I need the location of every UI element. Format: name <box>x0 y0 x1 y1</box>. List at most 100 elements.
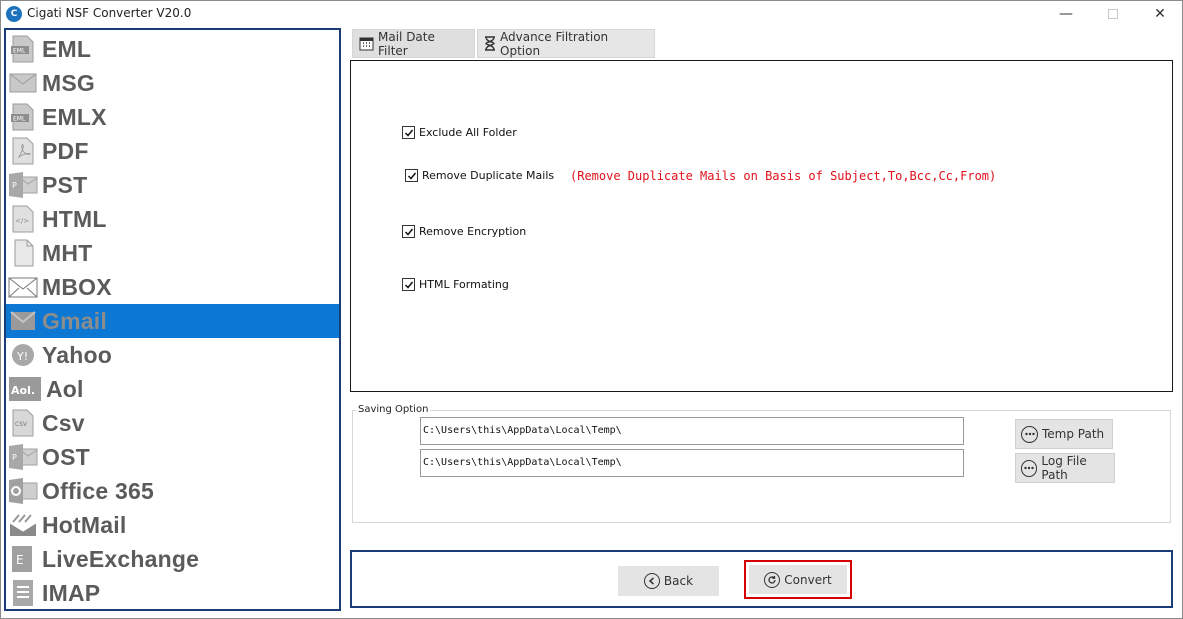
tab-label: Advance Filtration Option <box>500 29 609 58</box>
sidebar-item-mbox[interactable]: MBOX <box>6 270 339 304</box>
csv-file-icon: CSV <box>8 409 38 437</box>
format-sidebar: EML EML MSG EML EMLX PDF P PST </> HTML … <box>4 28 341 611</box>
tab-label: Mail Date Filter <box>378 29 435 58</box>
sidebar-item-yahoo[interactable]: Y! Yahoo <box>6 338 339 372</box>
convert-button-label: Convert <box>784 572 832 587</box>
sidebar-item-liveexchange[interactable]: E LiveExchange <box>6 542 339 576</box>
exclude-all-folder-checkbox[interactable] <box>402 126 415 139</box>
sidebar-item-label: PST <box>42 171 88 198</box>
convert-button-face[interactable]: Convert <box>749 565 847 594</box>
sidebar-item-label: MBOX <box>42 273 112 300</box>
svg-text:EML: EML <box>13 48 26 55</box>
sidebar-item-gmail[interactable]: Gmail <box>6 304 339 338</box>
sidebar-item-csv[interactable]: CSV Csv <box>6 406 339 440</box>
sidebar-item-label: LiveExchange <box>42 545 200 572</box>
log-file-path-button[interactable]: Log File Path <box>1015 453 1115 483</box>
convert-refresh-icon <box>764 571 781 588</box>
exclude-all-folder-label: Exclude All Folder <box>419 126 517 139</box>
temp-path-button[interactable]: Temp Path <box>1015 419 1113 449</box>
log-file-path-button-label: Log File Path <box>1041 454 1087 482</box>
html-formatting-checkbox[interactable] <box>402 278 415 291</box>
remove-encryption-option[interactable]: Remove Encryption <box>402 225 526 238</box>
window-title: Cigati NSF Converter V20.0 <box>27 6 192 20</box>
maximize-button[interactable] <box>1090 3 1136 25</box>
sidebar-item-label: EMLX <box>42 103 107 130</box>
temp-path-field[interactable]: C:\Users\this\AppData\Local\Temp\ <box>420 417 964 445</box>
svg-text:</>: </> <box>15 217 29 225</box>
gmail-icon <box>8 307 38 335</box>
exchange-icon: E <box>8 545 38 573</box>
svg-text:E: E <box>16 553 24 567</box>
remove-duplicate-option[interactable]: Remove Duplicate Mails <box>405 169 554 182</box>
sidebar-item-label: MHT <box>42 239 93 266</box>
close-button[interactable]: ✕ <box>1137 3 1183 25</box>
sidebar-item-mht[interactable]: MHT <box>6 236 339 270</box>
exclude-all-folder-option[interactable]: Exclude All Folder <box>402 126 517 139</box>
sidebar-item-pdf[interactable]: PDF <box>6 134 339 168</box>
sidebar-item-office365[interactable]: Office 365 <box>6 474 339 508</box>
svg-text:EML: EML <box>13 116 26 123</box>
back-arrow-icon <box>643 573 660 589</box>
sidebar-item-html[interactable]: </> HTML <box>6 202 339 236</box>
calendar-icon <box>359 36 374 51</box>
html-formatting-option[interactable]: HTML Formating <box>402 278 509 291</box>
pst-outlook-icon: P <box>8 171 38 199</box>
title-bar: C Cigati NSF Converter V20.0 — ✕ <box>1 1 1182 27</box>
svg-text:P: P <box>12 453 17 462</box>
log-path-field[interactable]: C:\Users\this\AppData\Local\Temp\ <box>420 449 964 477</box>
remove-encryption-label: Remove Encryption <box>419 225 527 238</box>
remove-encryption-checkbox[interactable] <box>402 225 415 238</box>
mbox-envelope-icon <box>8 273 38 301</box>
remove-duplicate-label: Remove Duplicate Mails <box>422 169 555 182</box>
sidebar-item-label: EML <box>42 35 92 62</box>
sidebar-item-label: Office 365 <box>42 477 154 504</box>
temp-path-button-label: Temp Path <box>1042 427 1105 441</box>
sidebar-item-label: MSG <box>42 69 95 96</box>
ellipsis-icon <box>1021 425 1038 443</box>
svg-text:Y!: Y! <box>16 350 28 363</box>
pdf-file-icon <box>8 137 38 165</box>
svg-text:P: P <box>12 181 17 190</box>
hourglass-icon <box>484 36 496 51</box>
sidebar-item-label: PDF <box>42 137 89 164</box>
tab-mail-date-filter[interactable]: Mail Date Filter <box>352 29 475 58</box>
sidebar-item-pst[interactable]: P PST <box>6 168 339 202</box>
remove-duplicate-checkbox[interactable] <box>405 169 418 182</box>
sidebar-item-hotmail[interactable]: HotMail <box>6 508 339 542</box>
html-file-icon: </> <box>8 205 38 233</box>
office365-icon <box>8 477 38 505</box>
imap-icon <box>8 579 38 607</box>
sidebar-item-label: Csv <box>42 409 85 436</box>
sidebar-item-label: Gmail <box>42 307 107 334</box>
mht-file-icon <box>8 239 38 267</box>
saving-option-legend: Saving Option <box>356 404 431 415</box>
minimize-button[interactable]: — <box>1043 3 1089 25</box>
emlx-file-icon: EML <box>8 103 38 131</box>
duplicate-criteria-note: (Remove Duplicate Mails on Basis of Subj… <box>570 169 997 183</box>
back-button-label: Back <box>663 574 694 588</box>
eml-file-icon: EML <box>8 35 38 63</box>
sidebar-item-label: HotMail <box>42 511 127 538</box>
back-button[interactable]: Back <box>618 566 719 596</box>
sidebar-item-eml[interactable]: EML EML <box>6 32 339 66</box>
sidebar-item-label: Aol <box>46 375 84 402</box>
html-formatting-label: HTML Formating <box>419 278 509 291</box>
yahoo-icon: Y! <box>8 341 38 369</box>
sidebar-item-aol[interactable]: Aol. Aol <box>6 372 339 406</box>
sidebar-item-label: Yahoo <box>42 341 113 368</box>
app-window: C Cigati NSF Converter V20.0 — ✕ EML EML… <box>0 0 1183 619</box>
svg-text:CSV: CSV <box>15 421 28 428</box>
ost-outlook-icon: P <box>8 443 38 471</box>
tab-advance-filtration[interactable]: Advance Filtration Option <box>477 29 655 58</box>
app-logo-icon: C <box>6 6 22 22</box>
sidebar-item-ost[interactable]: P OST <box>6 440 339 474</box>
hotmail-icon <box>8 511 38 539</box>
sidebar-item-msg[interactable]: MSG <box>6 66 339 100</box>
sidebar-item-label: OST <box>42 443 90 470</box>
sidebar-item-imap[interactable]: IMAP <box>6 576 339 609</box>
sidebar-item-label: IMAP <box>42 579 101 606</box>
svg-text:Aol.: Aol. <box>11 384 35 397</box>
aol-icon: Aol. <box>8 375 42 403</box>
convert-button[interactable]: Convert <box>744 560 852 599</box>
sidebar-item-emlx[interactable]: EML EMLX <box>6 100 339 134</box>
